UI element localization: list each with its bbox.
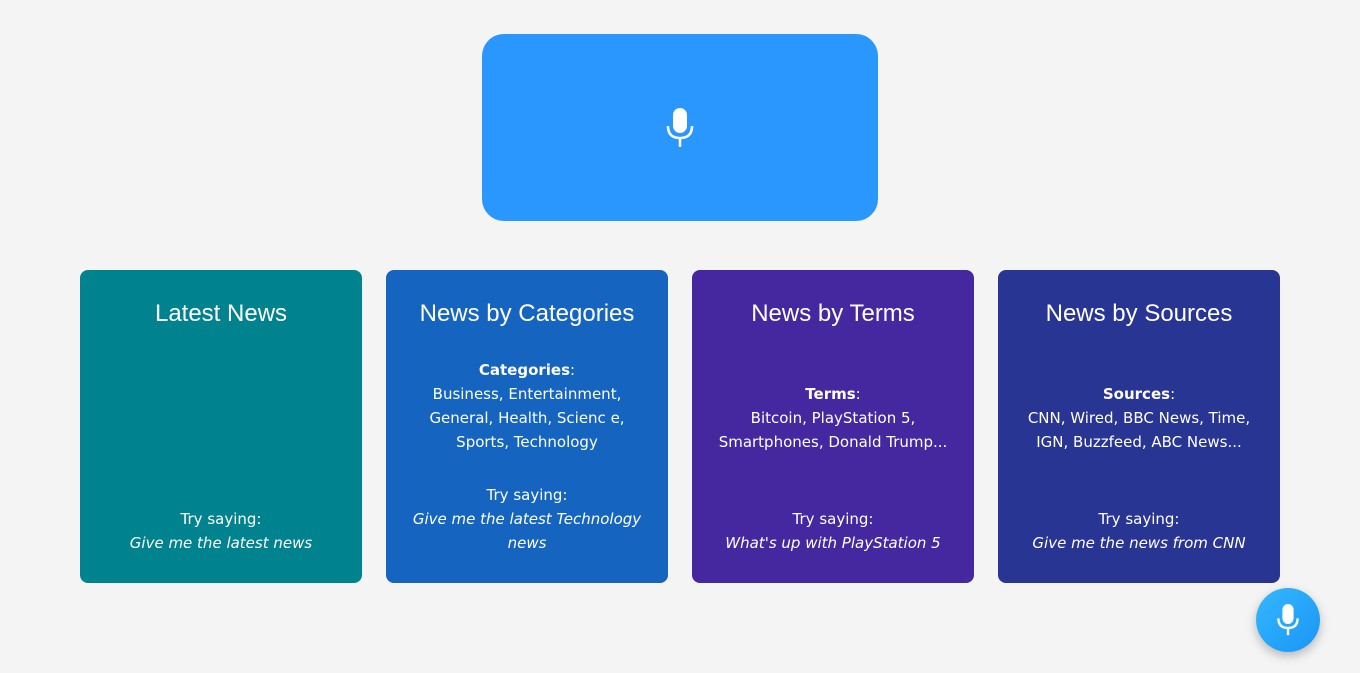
try-saying-label: Try saying: xyxy=(1098,510,1180,528)
try-saying-label: Try saying: xyxy=(792,510,874,528)
voice-assistant-banner xyxy=(482,34,878,221)
card-try-saying: Try saying: Give me the news from CNN xyxy=(1022,507,1256,555)
card-news-by-terms: News by Terms Terms: Bitcoin, PlayStatio… xyxy=(692,270,974,583)
card-latest-news: Latest News Try saying: Give me the late… xyxy=(80,270,362,583)
info-text: CNN, Wired, BBC News, Time, IGN, Buzzfee… xyxy=(1027,409,1251,451)
info-separator: : xyxy=(1170,385,1176,403)
news-cards: Latest News Try saying: Give me the late… xyxy=(80,270,1280,583)
info-separator: : xyxy=(855,385,861,403)
card-try-saying: Try saying: Give me the latest Technolog… xyxy=(410,483,644,555)
info-text: Bitcoin, PlayStation 5, Smartphones, Don… xyxy=(718,409,948,451)
info-text: Business, Entertainment, General, Health… xyxy=(429,385,625,451)
card-info: Categories: Business, Entertainment, Gen… xyxy=(410,358,644,454)
card-info: Sources: CNN, Wired, BBC News, Time, IGN… xyxy=(1022,382,1256,454)
try-saying-label: Try saying: xyxy=(486,486,568,504)
card-info: Terms: Bitcoin, PlayStation 5, Smartphon… xyxy=(716,382,950,454)
card-news-by-categories: News by Categories Categories: Business,… xyxy=(386,270,668,583)
example-phrase: Give me the latest Technology news xyxy=(412,510,642,552)
card-try-saying: Try saying: Give me the latest news xyxy=(104,507,338,555)
example-phrase: Give me the latest news xyxy=(129,534,313,552)
card-title: News by Categories xyxy=(419,300,635,327)
info-separator: : xyxy=(570,361,576,379)
info-label: Terms xyxy=(805,385,856,403)
microphone-icon xyxy=(666,107,694,147)
example-phrase: What's up with PlayStation 5 xyxy=(725,534,941,552)
info-label: Categories xyxy=(478,361,571,379)
microphone-icon xyxy=(1277,604,1299,636)
try-saying-label: Try saying: xyxy=(180,510,262,528)
card-title: Latest News xyxy=(154,300,288,327)
card-try-saying: Try saying: What's up with PlayStation 5 xyxy=(716,507,950,555)
card-title: News by Terms xyxy=(751,300,915,327)
card-title: News by Sources xyxy=(1045,300,1233,327)
example-phrase: Give me the news from CNN xyxy=(1032,534,1246,552)
voice-assistant-button[interactable] xyxy=(1256,588,1320,652)
card-news-by-sources: News by Sources Sources: CNN, Wired, BBC… xyxy=(998,270,1280,583)
info-label: Sources xyxy=(1102,385,1171,403)
